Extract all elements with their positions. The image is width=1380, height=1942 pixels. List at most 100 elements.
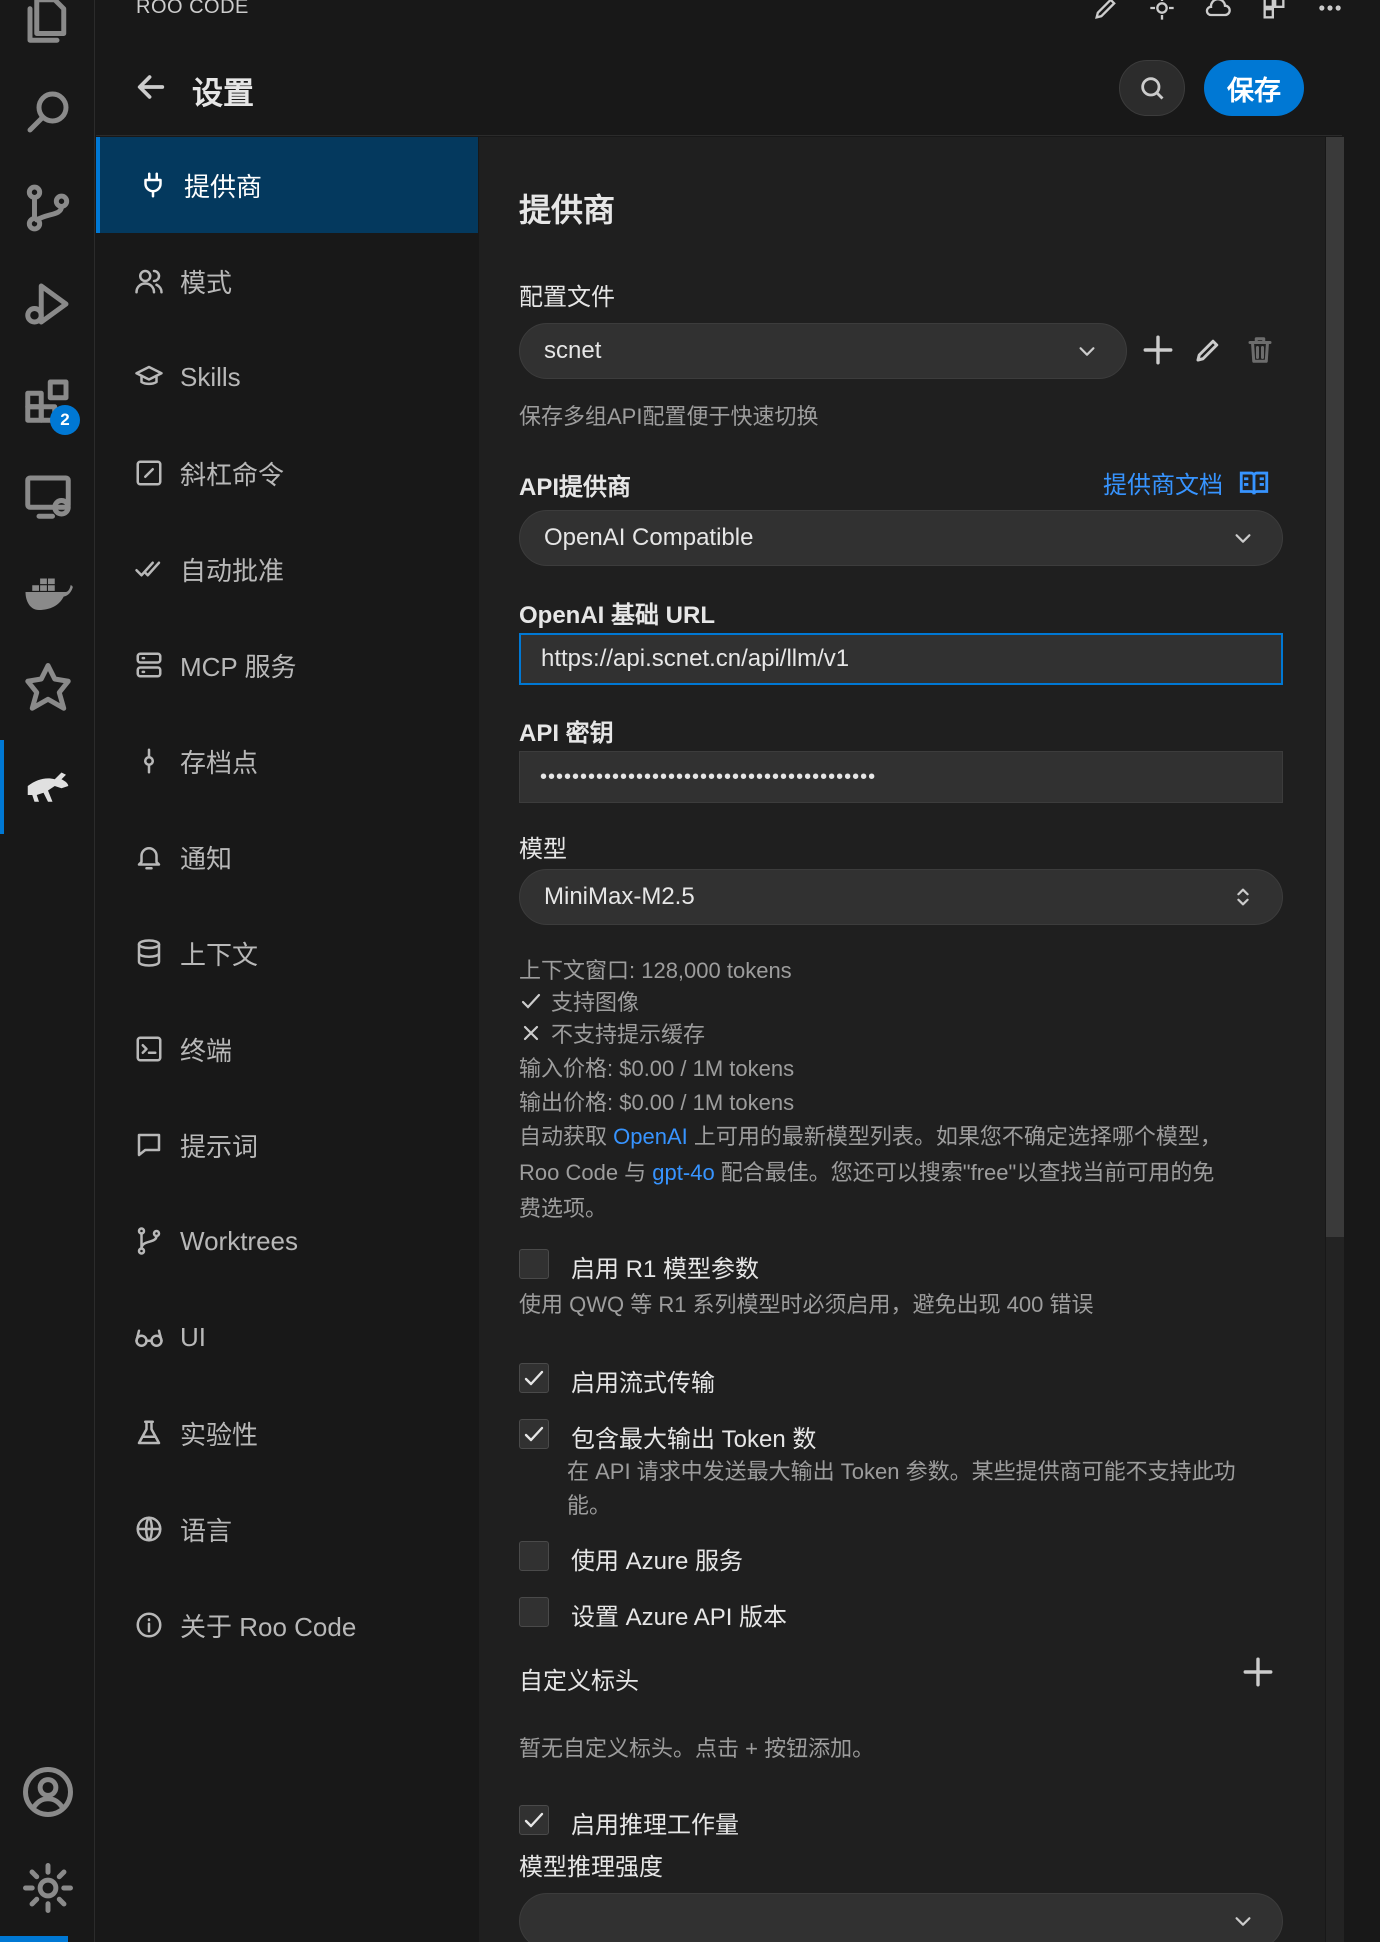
chevron-down-icon [1079,347,1095,356]
chevron-updown-icon [1237,888,1249,906]
check-check-icon [132,552,166,586]
section-title: 提供商 [519,192,616,228]
scrollbar-thumb[interactable] [1326,137,1344,1237]
max-tokens-checkbox[interactable] [519,1419,549,1449]
marketplace-icon[interactable] [1260,0,1288,22]
config-hint: 保存多组API配置便于快速切换 [519,404,819,429]
prompt-cache-info: 不支持提示缓存 [519,1017,705,1049]
settings-content: 提供商 配置文件 scnet 保存多组API配置便于快速切换 API提供商 提供… [479,137,1325,1942]
sidebar-item-7[interactable]: 通知 [96,809,478,905]
desc-text: 上可用的最新模型列表。如果您不确定选择哪个模型， [687,1124,1222,1149]
plus-icon [1243,1657,1273,1687]
add-header-button[interactable] [1241,1655,1275,1694]
search-icon[interactable] [0,72,95,152]
api-key-value: ••••••••••••••••••••••••••••••••••••••••… [540,765,877,788]
users-icon [132,264,166,298]
context-window-info: 上下文窗口: 128,000 tokens [519,958,792,983]
sidebar-item-0[interactable]: 提供商 [96,137,478,233]
pencil-icon [1196,339,1219,362]
azure-checkbox[interactable] [519,1541,549,1571]
sidebar-item-label: 自动批准 [180,555,285,586]
base-url-input[interactable]: https://api.scnet.cn/api/llm/v1 [519,633,1283,685]
sidebar-item-11[interactable]: Worktrees [96,1193,478,1289]
desc-text: 配合最佳。您还可以搜索"free"以查找当前可用的免 [714,1160,1215,1185]
streaming-checkbox[interactable] [519,1363,549,1393]
sidebar-item-6[interactable]: 存档点 [96,713,478,809]
desc-text: 自动获取 [519,1124,614,1149]
sidebar-item-14[interactable]: 语言 [96,1481,478,1577]
image-support-info: 支持图像 [519,985,639,1017]
openai-link[interactable]: OpenAI [613,1124,688,1149]
remote-explorer-icon[interactable] [0,456,95,536]
sidebar-item-9[interactable]: 终端 [96,1001,478,1097]
back-button[interactable] [134,70,168,104]
api-key-input[interactable]: ••••••••••••••••••••••••••••••••••••••••… [519,751,1283,803]
plus-icon [1143,335,1173,365]
base-url-label: OpenAI 基础 URL [519,602,715,629]
extensions-badge: 2 [50,405,80,435]
reasoning-checkbox[interactable] [519,1805,549,1835]
rename-config-button[interactable] [1193,335,1223,370]
sidebar-item-5[interactable]: MCP 服务 [96,617,478,713]
prompt-cache-text: 不支持提示缓存 [551,1022,706,1047]
check-icon [521,993,541,1009]
extension-star-icon[interactable] [0,648,95,728]
search-button[interactable] [1119,60,1185,116]
reasoning-strength-select[interactable] [519,1893,1283,1942]
base-url-value: https://api.scnet.cn/api/llm/v1 [541,645,850,672]
extensions-icon[interactable] [0,360,95,440]
source-control-icon[interactable] [0,168,95,248]
sidebar-item-13[interactable]: 实验性 [96,1385,478,1481]
graduation-cap-icon [132,360,166,394]
cloud-icon[interactable] [1204,0,1232,22]
azure-label: 使用 Azure 服务 [571,1548,744,1575]
more-icon[interactable] [1316,0,1344,22]
x-icon [523,1025,539,1041]
search-icon [1141,77,1164,100]
sidebar-item-10[interactable]: 提示词 [96,1097,478,1193]
sidebar-item-2[interactable]: Skills [96,329,478,425]
reasoning-label: 启用推理工作量 [571,1812,739,1839]
config-label: 配置文件 [519,284,615,311]
sidebar-item-label: 斜杠命令 [180,459,285,490]
add-config-button[interactable] [1141,333,1175,372]
plug-icon [136,168,170,202]
model-select[interactable]: MiniMax-M2.5 [519,869,1283,925]
edit-icon[interactable] [1092,0,1120,22]
sidebar-item-3[interactable]: 斜杠命令 [96,425,478,521]
run-debug-icon[interactable] [0,264,95,344]
sidebar-item-12[interactable]: UI [96,1289,478,1385]
sidebar-item-label: 终端 [180,1035,233,1066]
config-select[interactable]: scnet [519,323,1127,379]
streaming-label: 启用流式传输 [571,1370,715,1397]
delete-config-button[interactable] [1245,335,1275,370]
database-icon [132,936,166,970]
check-icon [524,1426,544,1442]
check-icon [524,1370,544,1386]
r1-checkbox[interactable] [519,1249,549,1279]
api-key-label: API 密钥 [519,720,614,747]
save-button[interactable]: 保存 [1204,60,1304,116]
account-icon[interactable] [0,1752,95,1832]
provider-docs-link[interactable]: 提供商文档 [1103,465,1271,500]
sidebar-item-label: 提供商 [184,171,263,202]
panel-actions [1092,0,1344,22]
sidebar-item-8[interactable]: 上下文 [96,905,478,1001]
sidebar-item-1[interactable]: 模式 [96,233,478,329]
explorer-icon[interactable] [0,0,95,60]
sidebar-item-15[interactable]: 关于 Roo Code [96,1577,478,1673]
gpt-4o-link[interactable]: gpt-4o [652,1160,714,1185]
settings-icon[interactable] [1148,0,1176,22]
roo-kangaroo-icon[interactable] [0,746,95,826]
check-icon [524,1812,544,1828]
manage-gear-icon[interactable] [0,1848,95,1928]
flask-icon [132,1416,166,1450]
input-price-info: 输入价格: $0.00 / 1M tokens [519,1056,795,1081]
provider-select[interactable]: OpenAI Compatible [519,510,1283,566]
provider-value: OpenAI Compatible [544,524,754,551]
docker-icon[interactable] [0,552,95,632]
slash-square-icon [132,456,166,490]
azure-version-checkbox[interactable] [519,1597,549,1627]
sidebar-item-4[interactable]: 自动批准 [96,521,478,617]
sidebar-item-label: 上下文 [180,939,259,970]
